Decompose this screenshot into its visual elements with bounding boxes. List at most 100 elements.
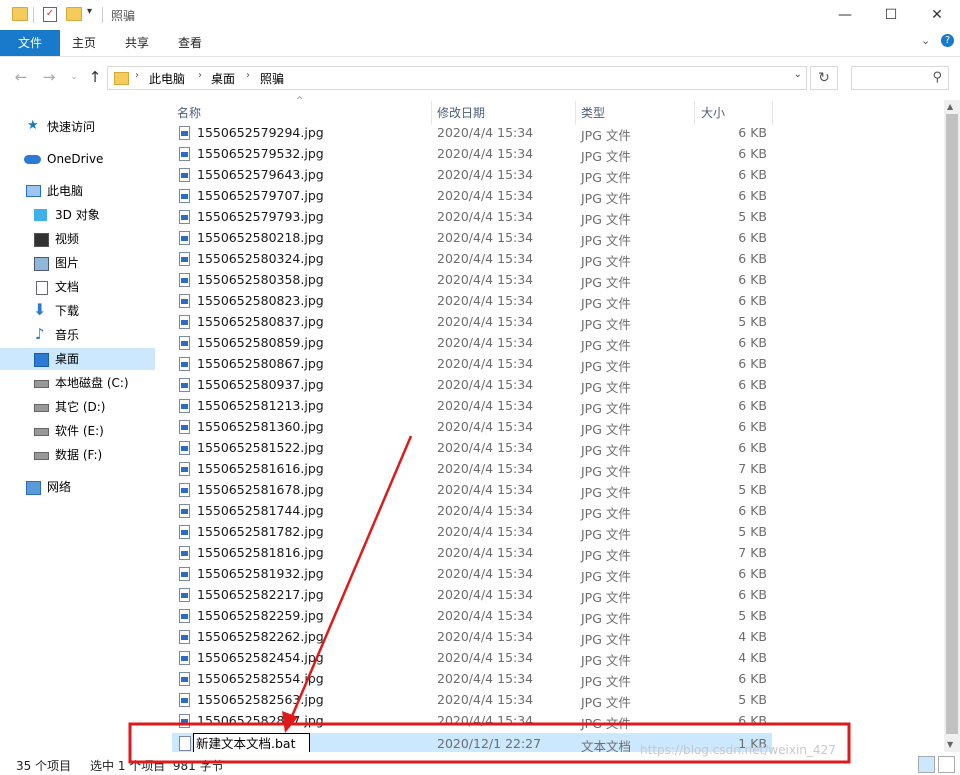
customize-toolbar-chevron-icon[interactable]: ▾ [87,6,92,17]
network-icon [26,481,41,495]
recent-locations-chevron-icon[interactable]: ⌄ [63,66,85,88]
file-size: 5 KB [738,209,767,224]
file-type: JPG 文件 [581,254,631,269]
details-view-icon[interactable] [918,756,935,773]
minimize-button[interactable]: — [822,0,868,30]
file-name: 1550652581522.jpg [197,440,324,455]
breadcrumb-current-folder[interactable]: 照骗 [260,70,284,87]
file-row[interactable]: 1550652580837.jpg 2020/4/4 15:34 JPG 文件 5 K… [172,311,772,332]
address-bar[interactable]: › 此电脑 › 桌面 › 照骗 ⌄ [107,66,807,90]
sidebar-item-pictures[interactable]: 图片 [0,252,155,274]
vertical-scrollbar[interactable]: ▲ ▼ [944,100,960,752]
file-row[interactable]: 1550652579643.jpg 2020/4/4 15:34 JPG 文件 6 K… [172,164,772,185]
maximize-button[interactable]: ☐ [868,0,914,30]
jpg-file-icon [179,399,190,413]
sidebar-item-this-pc[interactable]: 此电脑 [0,180,155,202]
file-row[interactable]: 1550652581816.jpg 2020/4/4 15:34 JPG 文件 7 K… [172,542,772,563]
refresh-button[interactable]: ↻ [810,66,838,90]
sidebar-item-quick-access[interactable]: ★ 快速访问 [0,116,155,138]
file-row[interactable]: 1550652579707.jpg 2020/4/4 15:34 JPG 文件 6 K… [172,185,772,206]
file-type: JPG 文件 [581,380,631,395]
file-row[interactable]: 1550652580859.jpg 2020/4/4 15:34 JPG 文件 6 K… [172,332,772,353]
file-row[interactable]: 1550652580823.jpg 2020/4/4 15:34 JPG 文件 6 K… [172,290,772,311]
file-row[interactable]: 1550652581522.jpg 2020/4/4 15:34 JPG 文件 6 K… [172,437,772,458]
file-row[interactable]: 1550652582554.jpg 2020/4/4 15:34 JPG 文件 6 K… [172,668,772,689]
file-row[interactable]: 1550652581782.jpg 2020/4/4 15:34 JPG 文件 5 K… [172,521,772,542]
file-row[interactable]: 1550652581678.jpg 2020/4/4 15:34 JPG 文件 5 K… [172,479,772,500]
file-row[interactable]: 1550652582454.jpg 2020/4/4 15:34 JPG 文件 4 K… [172,647,772,668]
expand-ribbon-chevron-icon[interactable]: ⌄ [921,34,930,47]
file-row[interactable]: 1550652579793.jpg 2020/4/4 15:34 JPG 文件 5 K… [172,206,772,227]
breadcrumb-separator[interactable]: › [246,70,250,81]
file-row[interactable]: 1550652580218.jpg 2020/4/4 15:34 JPG 文件 6 K… [172,227,772,248]
sidebar-item-music[interactable]: ♪ 音乐 [0,324,155,346]
file-row[interactable]: 1550652582259.jpg 2020/4/4 15:34 JPG 文件 5 K… [172,605,772,626]
file-row[interactable]: 1550652581932.jpg 2020/4/4 15:34 JPG 文件 6 K… [172,563,772,584]
file-row[interactable]: 1550652580324.jpg 2020/4/4 15:34 JPG 文件 6 K… [172,248,772,269]
breadcrumb-separator[interactable]: › [198,70,202,81]
sidebar-item-desktop[interactable]: 桌面 [0,348,155,370]
sidebar-item-label: 软件 (E:) [55,424,104,438]
window-title: 照骗 [111,9,136,23]
file-row[interactable]: 1550652582887.jpg 2020/4/4 15:34 JPG 文件 6 K… [172,710,772,731]
sidebar-item-network[interactable]: 网络 [0,476,155,498]
file-row[interactable]: 1550652580867.jpg 2020/4/4 15:34 JPG 文件 6 K… [172,353,772,374]
up-arrow-icon[interactable]: ↑ [84,66,106,88]
back-arrow-icon[interactable]: ← [10,66,32,88]
file-size: 6 KB [738,167,767,182]
search-input[interactable]: ⚲ [851,66,949,90]
sidebar-item-drive-d[interactable]: 其它 (D:) [0,396,155,418]
sidebar-item-3d-objects[interactable]: 3D 对象 [0,204,155,226]
file-name: 1550652581678.jpg [197,482,324,497]
file-row[interactable]: 1550652579532.jpg 2020/4/4 15:34 JPG 文件 6 K… [172,143,772,164]
scroll-up-arrow-icon[interactable]: ▲ [947,102,953,111]
sidebar-item-downloads[interactable]: ⬇ 下载 [0,300,155,322]
sidebar-item-onedrive[interactable]: OneDrive [0,148,155,170]
file-size: 6 KB [738,419,767,434]
file-row[interactable]: 1550652580937.jpg 2020/4/4 15:34 JPG 文件 6 K… [172,374,772,395]
file-row[interactable]: 1550652581360.jpg 2020/4/4 15:34 JPG 文件 6 K… [172,416,772,437]
file-row[interactable]: 1550652582262.jpg 2020/4/4 15:34 JPG 文件 4 K… [172,626,772,647]
file-row[interactable]: 1550652582563.jpg 2020/4/4 15:34 JPG 文件 5 K… [172,689,772,710]
breadcrumb-desktop[interactable]: 桌面 [211,70,235,87]
scroll-down-arrow-icon[interactable]: ▼ [947,740,953,749]
tab-view[interactable]: 查看 [178,30,202,56]
address-dropdown-chevron-icon[interactable]: ⌄ [794,69,802,80]
music-icon: ♪ [35,325,45,343]
tab-home[interactable]: 主页 [72,30,96,56]
breadcrumb-separator[interactable]: › [135,70,139,81]
sidebar-item-videos[interactable]: 视频 [0,228,155,250]
file-type: JPG 文件 [581,338,631,353]
file-type: JPG 文件 [581,590,631,605]
file-row[interactable]: 1550652581616.jpg 2020/4/4 15:34 JPG 文件 7 K… [172,458,772,479]
jpg-file-icon [179,168,190,182]
sidebar-item-documents[interactable]: 文档 [0,276,155,298]
file-name: 1550652581744.jpg [197,503,324,518]
sidebar-item-drive-e[interactable]: 软件 (E:) [0,420,155,442]
file-size: 6 KB [738,188,767,203]
properties-icon[interactable]: ✓ [43,7,57,22]
tab-file[interactable]: 文件 [0,30,60,56]
sidebar-item-drive-f[interactable]: 数据 (F:) [0,444,155,466]
jpg-file-icon [179,189,190,203]
cube-icon [34,209,47,221]
breadcrumb-this-pc[interactable]: 此电脑 [149,70,185,87]
close-button[interactable]: ✕ [914,0,960,30]
sidebar-item-drive-c[interactable]: 本地磁盘 (C:) [0,372,155,394]
file-date: 2020/4/4 15:34 [437,377,534,392]
tab-share[interactable]: 共享 [125,30,149,56]
large-icons-view-icon[interactable] [938,756,955,773]
file-row[interactable]: 1550652582217.jpg 2020/4/4 15:34 JPG 文件 6 K… [172,584,772,605]
help-icon[interactable]: ? [941,34,954,47]
forward-arrow-icon[interactable]: → [38,66,60,88]
file-row[interactable]: 1550652580358.jpg 2020/4/4 15:34 JPG 文件 6 K… [172,269,772,290]
file-date: 2020/4/4 15:34 [437,188,534,203]
file-row[interactable]: 1550652581744.jpg 2020/4/4 15:34 JPG 文件 6 K… [172,500,772,521]
file-row[interactable]: 1550652579294.jpg 2020/4/4 15:34 JPG 文件 6 K… [172,122,772,143]
new-folder-icon[interactable] [66,7,82,21]
jpg-file-icon [179,609,190,623]
desktop-icon [34,353,49,367]
rename-input[interactable]: 新建文本文档.bat [193,733,310,754]
scrollbar-thumb[interactable] [946,114,958,734]
file-row[interactable]: 1550652581213.jpg 2020/4/4 15:34 JPG 文件 6 K… [172,395,772,416]
